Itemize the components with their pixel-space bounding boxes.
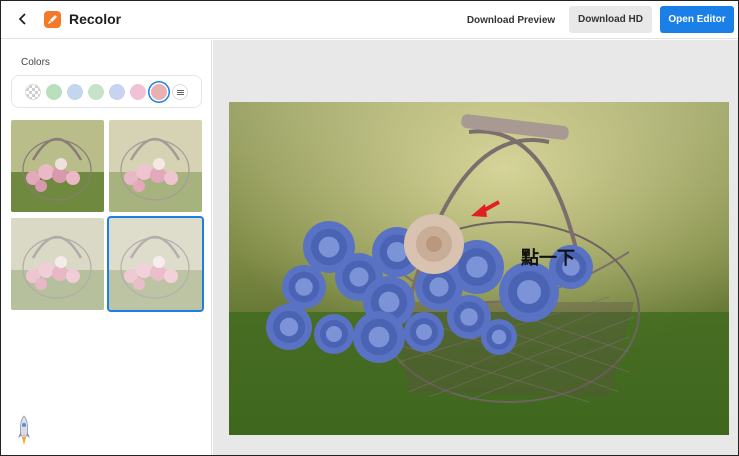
recolor-variant-2[interactable] <box>109 120 202 212</box>
annotation-label: 點一下 <box>521 248 575 269</box>
canvas-workspace: 點一下 <box>213 40 738 455</box>
blue-rose[interactable] <box>460 308 478 326</box>
more-colors-icon[interactable] <box>172 84 188 100</box>
blue-rose[interactable] <box>349 267 369 287</box>
open-editor-button[interactable]: Open Editor <box>660 6 734 33</box>
download-preview-button[interactable]: Download Preview <box>461 7 561 33</box>
swatch-transparent[interactable] <box>25 84 41 100</box>
blue-rose[interactable] <box>466 256 488 278</box>
image-canvas[interactable]: 點一下 <box>229 102 729 435</box>
blue-rose[interactable] <box>279 317 299 337</box>
blue-rose[interactable] <box>295 278 313 296</box>
swatch-pink[interactable] <box>130 84 146 100</box>
swatch-light-blue[interactable] <box>67 84 83 100</box>
blue-rose[interactable] <box>387 242 407 262</box>
blue-rose[interactable] <box>491 329 507 345</box>
recolor-variant-1[interactable] <box>11 120 104 212</box>
swatch-rose[interactable] <box>151 84 167 100</box>
recolor-variant-4[interactable] <box>107 216 204 312</box>
chevron-left-icon[interactable] <box>14 10 32 28</box>
rocket-icon[interactable] <box>15 414 33 450</box>
blue-rose[interactable] <box>318 236 340 258</box>
blue-rose[interactable] <box>416 324 432 340</box>
top-bar: Recolor Download Preview Download HD Ope… <box>1 1 738 39</box>
swatch-periwinkle[interactable] <box>109 84 125 100</box>
blue-rose[interactable] <box>326 326 342 342</box>
recolor-sidebar: Colors <box>1 40 212 455</box>
blue-rose[interactable] <box>368 326 390 348</box>
app-title: Recolor <box>69 11 122 27</box>
blue-rose[interactable] <box>429 277 449 297</box>
recolor-variant-3[interactable] <box>11 218 104 310</box>
colors-label: Colors <box>21 57 50 68</box>
download-hd-button[interactable]: Download HD <box>569 6 652 33</box>
blue-rose[interactable] <box>517 280 541 304</box>
swatch-mint[interactable] <box>46 84 62 100</box>
swatch-pale-green[interactable] <box>88 84 104 100</box>
recolor-brush-icon <box>44 11 61 28</box>
app-window: Recolor Download Preview Download HD Ope… <box>0 0 739 456</box>
color-swatch-row <box>11 75 202 108</box>
blue-rose[interactable] <box>378 291 400 313</box>
